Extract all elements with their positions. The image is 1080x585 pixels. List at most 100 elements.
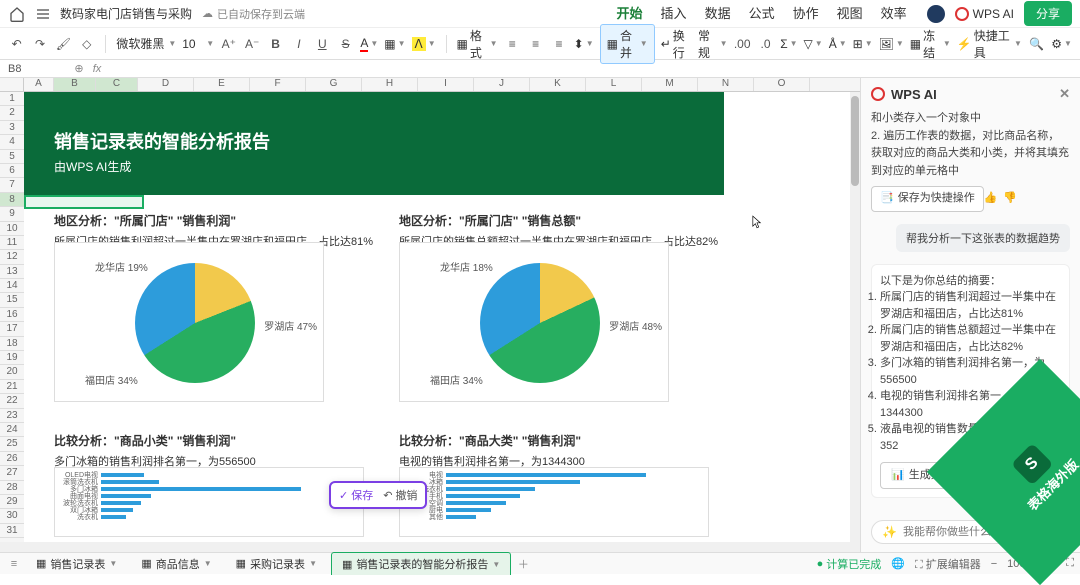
row-header[interactable]: 30 [0, 509, 24, 523]
row-header[interactable]: 14 [0, 279, 24, 293]
col-header[interactable]: G [306, 78, 362, 91]
bold-icon[interactable]: B [267, 34, 284, 54]
strike-icon[interactable]: S [337, 34, 354, 54]
row-header[interactable]: 5 [0, 150, 24, 164]
row-header[interactable]: 2 [0, 106, 24, 120]
pie-chart-profit[interactable]: 龙华店 19% 罗湖店 47% 福田店 34% [54, 242, 324, 402]
col-header[interactable]: J [474, 78, 530, 91]
decrease-font-icon[interactable]: A⁻ [244, 34, 261, 54]
col-header[interactable]: L [586, 78, 642, 91]
bar-chart-big[interactable]: 电视冰箱洗衣机手机空调厨电其他 [399, 467, 709, 537]
row-header[interactable]: 24 [0, 423, 24, 437]
row-header[interactable]: 11 [0, 236, 24, 250]
row-header[interactable]: 12 [0, 250, 24, 264]
number-format-select[interactable]: 常规▼ [698, 27, 727, 61]
expand-editor[interactable]: ⛶ 扩展编辑器 [915, 556, 981, 572]
row-header[interactable]: 13 [0, 265, 24, 279]
row-header[interactable]: 20 [0, 365, 24, 379]
row-header[interactable]: 26 [0, 452, 24, 466]
row-col-select[interactable]: ⊞▼ [853, 37, 873, 51]
row-header[interactable]: 16 [0, 308, 24, 322]
increase-font-icon[interactable]: A⁺ [220, 34, 237, 54]
vertical-scrollbar[interactable] [850, 92, 860, 542]
fx-icon[interactable]: fx [88, 63, 106, 75]
fill-color-select[interactable]: ⴷ▼ [412, 37, 436, 51]
zoom-icon[interactable]: ⊕ [70, 62, 88, 75]
row-header[interactable]: 29 [0, 495, 24, 509]
row-header[interactable]: 9 [0, 207, 24, 221]
row-header[interactable]: 21 [0, 380, 24, 394]
col-header[interactable]: F [250, 78, 306, 91]
col-header[interactable]: M [642, 78, 698, 91]
settings-select[interactable]: ⚙▼ [1051, 37, 1072, 51]
bar-chart-small[interactable]: OLED电视滚筒洗衣机多门冰箱曲面电视波轮洗衣机双门冰箱洗衣机 [54, 467, 364, 537]
close-icon[interactable]: ✕ [1059, 86, 1070, 102]
font-size-select[interactable]: 10▼ [182, 37, 214, 51]
hamburger-icon[interactable] [34, 5, 52, 23]
sort-select[interactable]: Å▼ [829, 37, 847, 51]
share-button[interactable]: 分享 [1024, 1, 1072, 26]
col-header[interactable]: B [54, 78, 96, 91]
popup-undo-button[interactable]: ↶ 撤销 [383, 487, 417, 503]
row-header[interactable]: 7 [0, 178, 24, 192]
tab-view[interactable]: 视图 [837, 0, 863, 28]
row-header[interactable]: 10 [0, 222, 24, 236]
fullscreen-icon[interactable]: ⛶ [1066, 557, 1074, 570]
select-all-corner[interactable] [0, 78, 24, 91]
tab-data[interactable]: 数据 [705, 0, 731, 28]
row-header[interactable]: 1 [0, 92, 24, 106]
row-header[interactable]: 3 [0, 121, 24, 135]
quick-save-button[interactable]: 📑 保存为快捷操作 [871, 186, 984, 212]
align-right-icon[interactable]: ≡ [550, 34, 567, 54]
row-header[interactable]: 31 [0, 524, 24, 538]
sheets-menu-icon[interactable]: ≡ [6, 558, 22, 570]
tab-formula[interactable]: 公式 [749, 0, 775, 28]
freeze-button[interactable]: ▦ 冻结▼ [910, 27, 951, 61]
filter-select[interactable]: ▽▼ [804, 37, 823, 51]
format-dropdown[interactable]: ▦ 格式▼ [457, 27, 498, 61]
row-header[interactable]: 28 [0, 481, 24, 495]
row-header[interactable]: 4 [0, 135, 24, 149]
wrap-button[interactable]: ↵ 换行 [661, 27, 692, 61]
search-icon[interactable]: 🔍 [1028, 34, 1045, 54]
col-header[interactable]: E [194, 78, 250, 91]
valign-select[interactable]: ⬍▼ [574, 37, 594, 51]
decrease-decimal-icon[interactable]: .0 [757, 34, 774, 54]
increase-decimal-icon[interactable]: .00 [733, 34, 750, 54]
col-header[interactable]: H [362, 78, 418, 91]
underline-icon[interactable]: U [314, 34, 331, 54]
pie-chart-total[interactable]: 龙华店 18% 罗湖店 48% 福田店 34% [399, 242, 669, 402]
col-header[interactable]: A [24, 78, 54, 91]
font-name-select[interactable]: 微软雅黑▼ [116, 35, 176, 52]
thumbs-down-icon[interactable]: 👎 [1003, 190, 1017, 208]
clear-format-icon[interactable]: ◇ [78, 34, 95, 54]
undo-icon[interactable]: ↶ [8, 34, 25, 54]
italic-icon[interactable]: I [290, 34, 307, 54]
sheet-canvas[interactable]: 销售记录表的智能分析报告 由WPS AI生成 地区分析："所属门店" "销售利润… [24, 92, 860, 542]
sheet-tab-purchase[interactable]: ▦ 采购记录表 ▼ [226, 553, 327, 575]
avatar[interactable] [927, 5, 945, 23]
cell-reference[interactable]: B8 [0, 63, 70, 75]
row-header[interactable]: 17 [0, 322, 24, 336]
home-icon[interactable] [8, 5, 26, 23]
tab-collab[interactable]: 协作 [793, 0, 819, 28]
wps-ai-button[interactable]: WPS AI [955, 7, 1014, 21]
row-header[interactable]: 23 [0, 409, 24, 423]
row-header[interactable]: 18 [0, 337, 24, 351]
merge-button[interactable]: ▦ 合并▼ [600, 24, 655, 64]
redo-icon[interactable]: ↷ [31, 34, 48, 54]
thumbs-up-icon[interactable]: 👍 [984, 190, 998, 208]
row-header[interactable]: 15 [0, 293, 24, 307]
col-header[interactable]: D [138, 78, 194, 91]
tab-efficiency[interactable]: 效率 [881, 0, 907, 28]
row-header[interactable]: 19 [0, 351, 24, 365]
quick-tools-button[interactable]: ⚡ 快捷工具▼ [957, 27, 1022, 61]
globe-icon[interactable]: 🌐 [891, 557, 905, 570]
sheet-tab-sales[interactable]: ▦ 销售记录表 ▼ [26, 553, 127, 575]
row-header[interactable]: 22 [0, 394, 24, 408]
sheet-tab-products[interactable]: ▦ 商品信息 ▼ [131, 553, 221, 575]
align-left-icon[interactable]: ≡ [504, 34, 521, 54]
horizontal-scrollbar[interactable] [0, 542, 860, 552]
border-select[interactable]: ▦▼ [384, 37, 405, 51]
row-header[interactable]: 25 [0, 437, 24, 451]
